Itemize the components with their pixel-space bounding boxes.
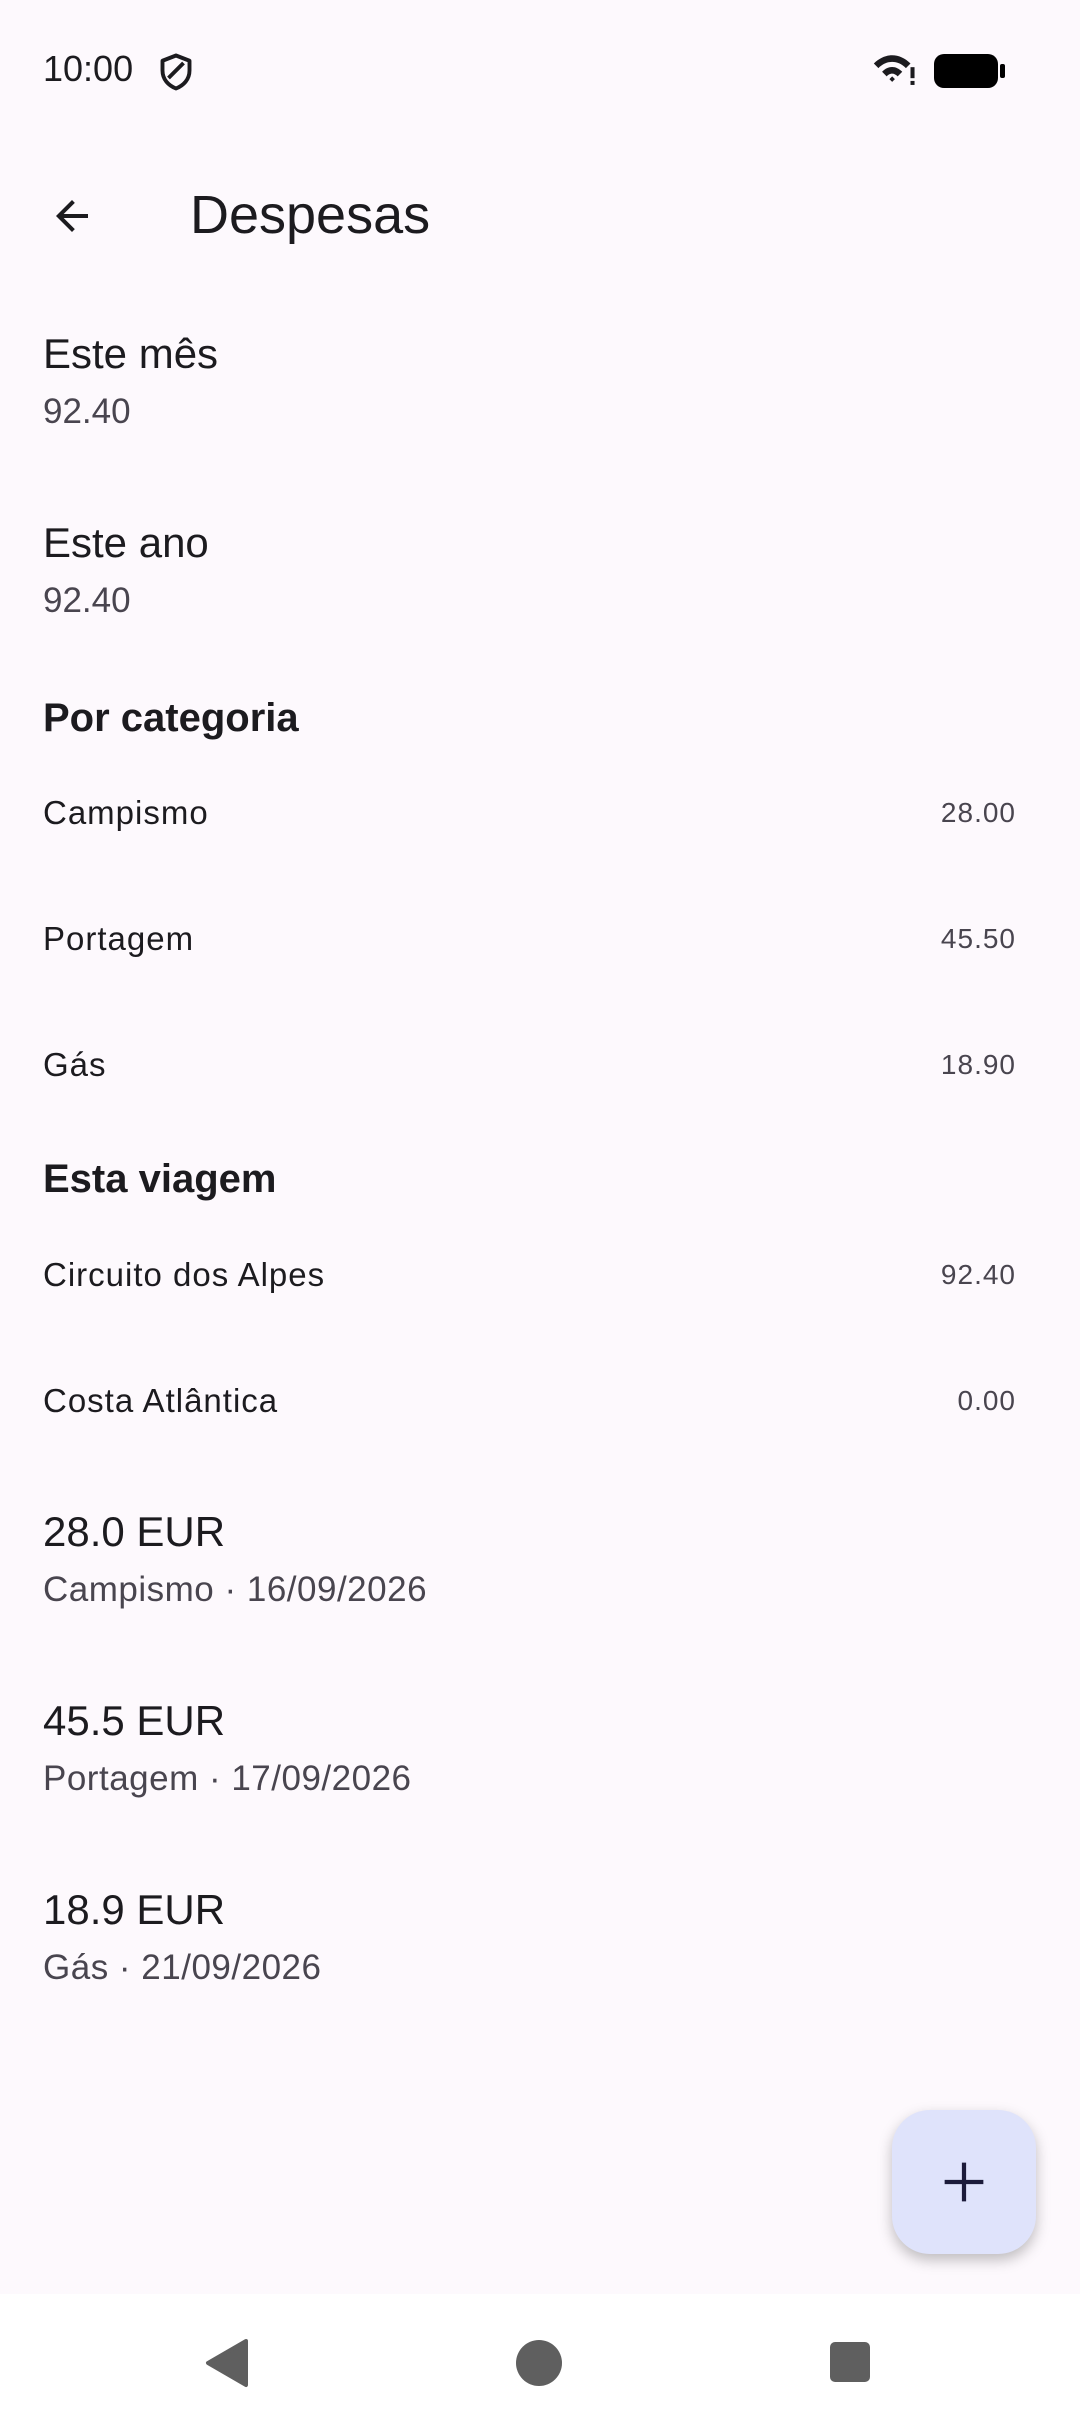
trip-amount: 0.00: [957, 1385, 1016, 1416]
summary-year-value: 92.40: [43, 581, 131, 620]
summary-year: Este ano 92.40: [43, 519, 209, 621]
trip-name: Costa Atlântica: [43, 1382, 279, 1419]
status-time: 10:00: [43, 48, 134, 89]
system-nav-bar: [0, 2294, 1080, 2424]
category-name: Campismo: [43, 794, 209, 831]
category-row[interactable]: Portagem 45.50: [0, 884, 1080, 994]
status-bar: 10:00: [0, 0, 1080, 140]
nav-recents-icon[interactable]: [830, 2342, 870, 2382]
expense-amount: 45.5 EUR: [43, 1697, 226, 1744]
category-amount: 45.50: [940, 923, 1016, 954]
expense-meta: Gás · 21/09/2026: [43, 1948, 322, 1987]
arrow-back-icon: [56, 200, 88, 232]
expense-item[interactable]: 28.0 EUR Campismo · 16/09/2026: [43, 1508, 427, 1610]
category-name: Gás: [43, 1046, 107, 1083]
plus-icon: [944, 2162, 984, 2202]
category-amount: 28.00: [940, 797, 1016, 828]
category-name: Portagem: [43, 920, 195, 957]
section-header-this-trip: Esta viagem: [43, 1157, 277, 1201]
add-expense-button[interactable]: [892, 2110, 1036, 2254]
trip-row[interactable]: Costa Atlântica 0.00: [0, 1346, 1080, 1456]
category-row[interactable]: Campismo 28.00: [0, 758, 1080, 868]
expense-item[interactable]: 18.9 EUR Gás · 21/09/2026: [43, 1886, 321, 1988]
summary-year-label: Este ano: [43, 519, 209, 566]
expense-item[interactable]: 45.5 EUR Portagem · 17/09/2026: [43, 1697, 412, 1799]
summary-month-value: 92.40: [43, 392, 131, 431]
expense-amount: 18.9 EUR: [43, 1886, 226, 1933]
nav-home-icon[interactable]: [516, 2340, 562, 2386]
category-row[interactable]: Gás 18.90: [0, 1010, 1080, 1120]
summary-month: Este mês 92.40: [43, 330, 218, 432]
top-app-bar: Despesas: [0, 160, 1080, 272]
section-header-by-category: Por categoria: [43, 696, 299, 740]
expense-meta: Campismo · 16/09/2026: [43, 1570, 428, 1609]
wifi-icon: [873, 55, 915, 85]
trip-amount: 92.40: [940, 1259, 1016, 1290]
category-amount: 18.90: [940, 1049, 1016, 1080]
back-button[interactable]: [30, 174, 114, 258]
expense-meta: Portagem · 17/09/2026: [43, 1759, 412, 1798]
trip-row[interactable]: Circuito dos Alpes 92.40: [0, 1220, 1080, 1330]
trip-name: Circuito dos Alpes: [43, 1256, 326, 1293]
page-title: Despesas: [190, 185, 431, 245]
nav-back-icon[interactable]: [204, 2338, 250, 2388]
battery-icon: [934, 54, 1005, 88]
shield-icon: [160, 53, 192, 91]
summary-month-label: Este mês: [43, 330, 219, 377]
expense-amount: 28.0 EUR: [43, 1508, 226, 1555]
